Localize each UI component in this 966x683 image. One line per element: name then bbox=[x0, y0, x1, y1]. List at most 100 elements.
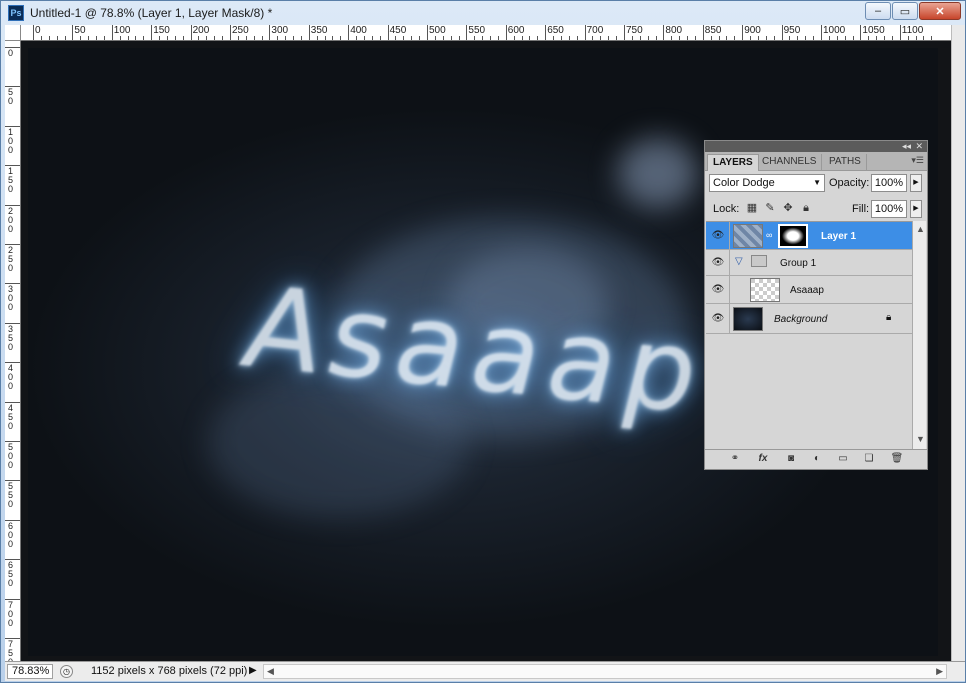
tab-paths[interactable]: PATHS bbox=[824, 154, 867, 171]
ruler-label: 350 bbox=[310, 25, 328, 36]
ruler-label: 600 bbox=[507, 25, 525, 36]
ruler-label: 450 bbox=[389, 25, 407, 36]
scroll-left-icon[interactable]: ◀ bbox=[267, 665, 274, 678]
ruler-label: 750 bbox=[7, 639, 13, 662]
ruler-label: 350 bbox=[7, 323, 13, 352]
ruler-label: 250 bbox=[7, 245, 13, 273]
layer-row-layer-1[interactable]: 👁︎ ∞ Layer 1 bbox=[706, 222, 912, 250]
layers-scrollbar[interactable]: ▲ ▼ bbox=[912, 221, 926, 449]
new-layer-icon[interactable]: ❏ bbox=[861, 453, 877, 464]
ruler-label: 1000 bbox=[823, 25, 846, 36]
ruler-label: 300 bbox=[271, 25, 289, 36]
layer-name[interactable]: Asaaap bbox=[790, 285, 824, 296]
ruler-label: 800 bbox=[665, 25, 683, 36]
ruler-label: 50 bbox=[74, 25, 86, 36]
vertical-scrollbar[interactable] bbox=[951, 25, 965, 661]
layer-name[interactable]: Group 1 bbox=[780, 258, 816, 269]
document-info[interactable]: 1152 pixels x 768 pixels (72 ppi) bbox=[91, 665, 247, 677]
layer-list: 👁︎ ∞ Layer 1 👁︎ ▽ Group 1 👁︎ Asaaap 👁︎ B… bbox=[706, 221, 912, 449]
layer-row-background[interactable]: 👁︎ Background 🔒︎ bbox=[706, 304, 912, 334]
status-info-icon[interactable]: ◷ bbox=[60, 665, 73, 678]
scroll-up-icon[interactable]: ▲ bbox=[916, 223, 925, 236]
eye-icon[interactable]: 👁︎ bbox=[710, 230, 726, 242]
lock-paint-icon[interactable]: ✎ bbox=[763, 201, 777, 215]
layer-mask-thumbnail[interactable] bbox=[778, 224, 808, 248]
fill-input[interactable]: 100% bbox=[871, 200, 907, 218]
ruler-label: 200 bbox=[192, 25, 210, 36]
restore-button[interactable]: ▭ bbox=[892, 2, 918, 20]
ruler-label: 700 bbox=[586, 25, 604, 36]
blend-mode-select[interactable]: Color Dodge ▼ bbox=[709, 174, 825, 192]
lock-label: Lock: bbox=[713, 203, 740, 215]
vertical-ruler[interactable]: 0 50 100 150 200 250 300 350 400 450 500 550 600 650 7… bbox=[5, 41, 21, 661]
ruler-label: 450 bbox=[7, 402, 13, 431]
photoshop-app-icon[interactable]: Ps bbox=[8, 5, 24, 21]
trash-icon[interactable]: 🗑︎ bbox=[889, 453, 905, 464]
scroll-down-icon[interactable]: ▼ bbox=[916, 433, 925, 446]
collapse-icon[interactable]: ◂◂ bbox=[902, 141, 911, 152]
chevron-down-icon: ▼ bbox=[813, 178, 821, 187]
layer-thumbnail[interactable] bbox=[750, 278, 780, 302]
ruler-label: 200 bbox=[7, 205, 13, 234]
opacity-input[interactable]: 100% bbox=[871, 174, 907, 192]
link-icon[interactable]: ⚭ bbox=[727, 453, 743, 464]
document-title: Untitled-1 @ 78.8% (Layer 1, Layer Mask/… bbox=[30, 6, 273, 20]
horizontal-ruler[interactable]: 0 50 100 150 200 250 300 350 400 450 500 550 600 650 7… bbox=[21, 25, 951, 41]
eye-icon[interactable]: 👁︎ bbox=[710, 257, 726, 269]
title-bar[interactable]: Ps Untitled-1 @ 78.8% (Layer 1, Layer Ma… bbox=[1, 1, 965, 25]
expand-triangle-icon[interactable]: ▽ bbox=[735, 256, 743, 267]
minimize-button[interactable]: ‒ bbox=[865, 2, 891, 20]
ruler-label: 150 bbox=[7, 166, 13, 195]
lock-position-icon[interactable]: ✥ bbox=[781, 201, 795, 215]
smoke-cloud bbox=[618, 138, 698, 208]
ruler-origin[interactable] bbox=[5, 25, 21, 41]
panel-header[interactable]: ◂◂ ✕ bbox=[705, 141, 927, 152]
layer-thumbnail[interactable] bbox=[733, 307, 763, 331]
ruler-label: 650 bbox=[547, 25, 564, 36]
panel-tabs: LAYERS CHANNELS PATHS ▾☰ bbox=[705, 152, 927, 171]
eye-icon[interactable]: 👁︎ bbox=[710, 284, 726, 296]
ruler-label: 600 bbox=[7, 520, 13, 549]
ruler-label: 150 bbox=[153, 25, 170, 36]
status-menu-arrow[interactable]: ▶ bbox=[249, 665, 257, 676]
panel-menu-icon[interactable]: ▾☰ bbox=[911, 155, 924, 166]
layer-thumbnail[interactable] bbox=[733, 224, 763, 248]
layer-row-asaaap[interactable]: 👁︎ Asaaap bbox=[706, 276, 912, 304]
folder-icon bbox=[751, 255, 767, 267]
blend-mode-value: Color Dodge bbox=[713, 177, 775, 189]
lock-all-icon[interactable]: 🔒︎ bbox=[799, 201, 813, 215]
ruler-label: 500 bbox=[7, 442, 13, 470]
ruler-label: 300 bbox=[7, 284, 13, 313]
layer-name[interactable]: Layer 1 bbox=[821, 231, 856, 242]
tab-layers[interactable]: LAYERS bbox=[707, 154, 759, 171]
folder-icon[interactable]: ▭ bbox=[835, 453, 851, 464]
tab-channels[interactable]: CHANNELS bbox=[757, 154, 823, 171]
ruler-label: 750 bbox=[626, 25, 643, 36]
eye-icon[interactable]: 👁︎ bbox=[710, 313, 726, 325]
zoom-input[interactable]: 78.83% bbox=[7, 664, 53, 679]
layer-name[interactable]: Background bbox=[774, 314, 827, 325]
adjustment-icon[interactable]: ◐ bbox=[809, 453, 825, 464]
ruler-label: 550 bbox=[7, 481, 13, 510]
horizontal-scrollbar[interactable]: ◀ ▶ bbox=[263, 664, 947, 679]
ruler-label: 250 bbox=[232, 25, 249, 36]
ruler-label: 500 bbox=[429, 25, 446, 36]
chain-link-icon[interactable]: ∞ bbox=[766, 230, 772, 240]
mask-icon[interactable]: ◙ bbox=[783, 453, 799, 464]
layer-row-group-1[interactable]: 👁︎ ▽ Group 1 bbox=[706, 250, 912, 276]
ruler-label: 900 bbox=[744, 25, 761, 36]
ruler-label: 1100 bbox=[901, 25, 924, 36]
lock-transparency-icon[interactable]: ▦ bbox=[745, 201, 759, 215]
ruler-label: 1050 bbox=[862, 25, 885, 36]
opacity-label: Opacity: bbox=[829, 177, 870, 189]
opacity-stepper[interactable]: ▶ bbox=[910, 174, 922, 192]
fill-stepper[interactable]: ▶ bbox=[910, 200, 922, 218]
status-bar: 78.83% ◷ 1152 pixels x 768 pixels (72 pp… bbox=[5, 661, 965, 681]
ruler-label: 400 bbox=[7, 363, 13, 392]
fx-icon[interactable]: fx bbox=[755, 453, 771, 464]
layers-panel: ◂◂ ✕ LAYERS CHANNELS PATHS ▾☰ Color Dodg… bbox=[704, 140, 928, 470]
close-button[interactable]: ✕ bbox=[919, 2, 961, 20]
scroll-right-icon[interactable]: ▶ bbox=[936, 665, 943, 678]
close-icon[interactable]: ✕ bbox=[915, 141, 923, 152]
photoshop-window: Ps Untitled-1 @ 78.8% (Layer 1, Layer Ma… bbox=[0, 0, 966, 683]
